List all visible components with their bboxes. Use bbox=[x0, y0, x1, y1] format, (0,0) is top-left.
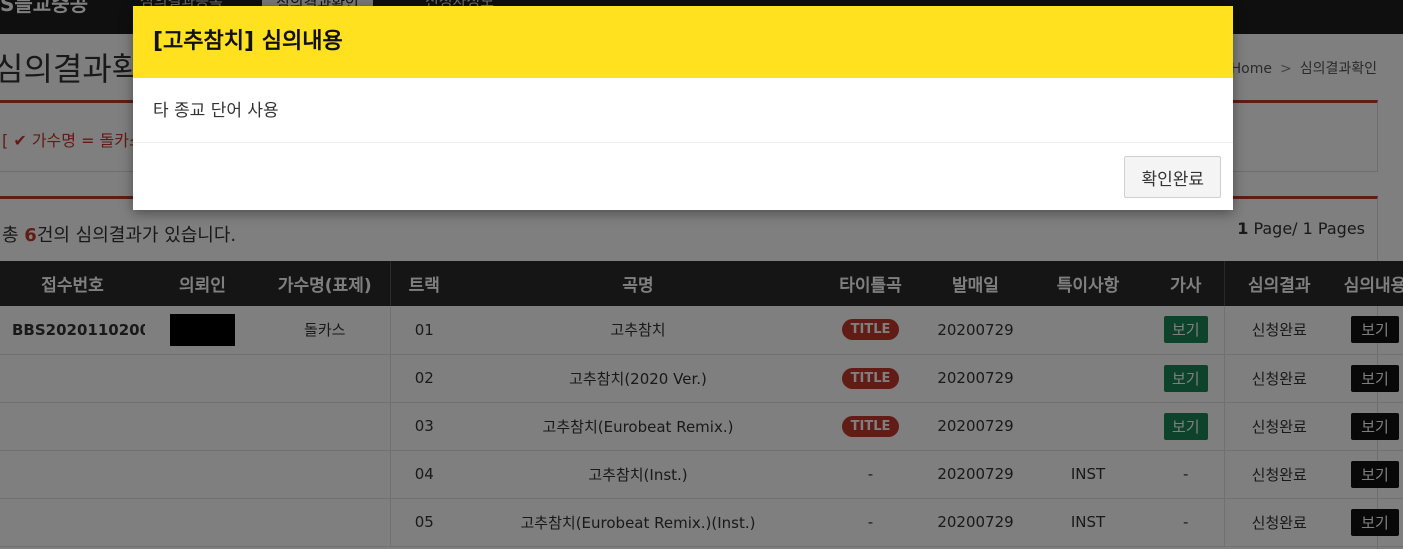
review-content-modal: [고추참치] 심의내용 타 종교 단어 사용 확인완료 bbox=[133, 6, 1233, 210]
modal-body: 타 종교 단어 사용 bbox=[133, 78, 1233, 143]
modal-header: [고추참치] 심의내용 bbox=[133, 6, 1233, 78]
modal-title: [고추참치] 심의내용 bbox=[153, 29, 343, 54]
modal-footer: 확인완료 bbox=[133, 143, 1233, 210]
confirm-button[interactable]: 확인완료 bbox=[1124, 156, 1221, 198]
review-content-text: 타 종교 단어 사용 bbox=[153, 101, 279, 121]
